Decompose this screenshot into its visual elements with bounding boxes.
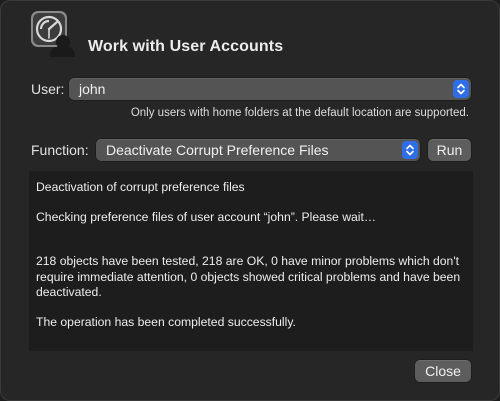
user-popup[interactable]: john (69, 78, 471, 100)
log-line-result: The operation has been completed success… (36, 314, 296, 329)
close-button[interactable]: Close (415, 360, 471, 382)
chevron-updown-icon (402, 141, 418, 159)
function-label: Function: (31, 142, 89, 158)
function-popup[interactable]: Deactivate Corrupt Preference Files (96, 139, 420, 161)
user-label: User: (31, 81, 65, 97)
user-popup-value: john (79, 81, 106, 97)
user-support-note: Only users with home folders at the defa… (130, 107, 469, 119)
log-line-summary: 218 objects have been tested, 218 are OK… (36, 254, 461, 299)
log-line-checking: Checking preference files of user accoun… (36, 209, 377, 224)
dialog-window: Work with User Accounts User: john Only … (0, 0, 500, 401)
log-output: Deactivation of corrupt preference files… (29, 171, 473, 351)
log-line-heading: Deactivation of corrupt preference files (36, 180, 245, 194)
function-popup-value: Deactivate Corrupt Preference Files (106, 142, 329, 158)
user-accounts-app-icon (29, 10, 75, 58)
run-button[interactable]: Run (428, 139, 471, 161)
chevron-updown-icon (453, 80, 469, 98)
dialog-title: Work with User Accounts (88, 38, 284, 55)
